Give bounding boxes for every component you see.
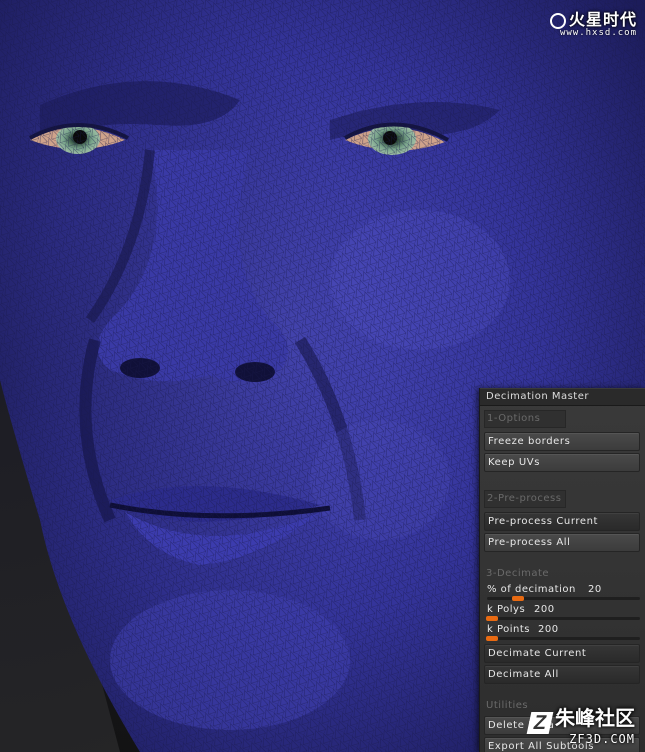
decimate-current-button[interactable]: Decimate Current xyxy=(484,644,640,663)
hxsd-brand: 火星时代 xyxy=(549,6,637,30)
decimation-percent-track[interactable] xyxy=(487,597,640,600)
freeze-borders-button[interactable]: Freeze borders xyxy=(484,432,640,451)
zf3d-brand-text: 朱峰社区 xyxy=(555,706,635,730)
zf3d-watermark: Z 朱峰社区 ZF3D.COM xyxy=(526,702,635,746)
decimation-percent-knob[interactable] xyxy=(512,596,524,601)
kpoints-label: k Points xyxy=(487,624,531,635)
kpolys-label: k Polys xyxy=(487,604,526,615)
kpoints-track[interactable] xyxy=(487,637,640,640)
kpoints-slider[interactable]: k Points 200 xyxy=(484,623,640,642)
decimation-percent-label: % of decimation xyxy=(487,584,576,595)
hxsd-brand-text: 火星时代 xyxy=(568,10,637,29)
kpolys-slider[interactable]: k Polys 200 xyxy=(484,603,640,622)
hxsd-logo-icon xyxy=(549,13,566,29)
kpolys-track[interactable] xyxy=(487,617,640,620)
preprocess-all-button[interactable]: Pre-process All xyxy=(484,533,640,552)
decimation-master-panel: Decimation Master 1-Options Freeze borde… xyxy=(479,388,645,752)
zf3d-url: ZF3D.COM xyxy=(569,732,635,746)
hxsd-url: www.hxsd.com xyxy=(559,28,637,38)
zbrush-viewport[interactable]: 火星时代 www.hxsd.com Decimation Master 1-Op… xyxy=(0,0,645,752)
kpoints-value: 200 xyxy=(538,624,559,635)
keep-uvs-button[interactable]: Keep UVs xyxy=(484,453,640,472)
decimation-percent-value: 20 xyxy=(588,584,602,595)
preprocess-current-button[interactable]: Pre-process Current xyxy=(484,512,640,531)
kpoints-knob[interactable] xyxy=(486,636,498,641)
hxsd-watermark: 火星时代 www.hxsd.com xyxy=(549,6,637,38)
decimation-percent-slider[interactable]: % of decimation 20 xyxy=(484,583,640,602)
decimate-all-button[interactable]: Decimate All xyxy=(484,665,640,684)
section-decimate: 3-Decimate xyxy=(486,568,550,579)
section-options[interactable]: 1-Options xyxy=(484,410,566,428)
section-preprocess[interactable]: 2-Pre-process xyxy=(484,490,566,508)
zf3d-logo-icon: Z xyxy=(526,712,554,734)
kpolys-value: 200 xyxy=(534,604,555,615)
panel-title: Decimation Master xyxy=(480,389,645,406)
kpolys-knob[interactable] xyxy=(486,616,498,621)
